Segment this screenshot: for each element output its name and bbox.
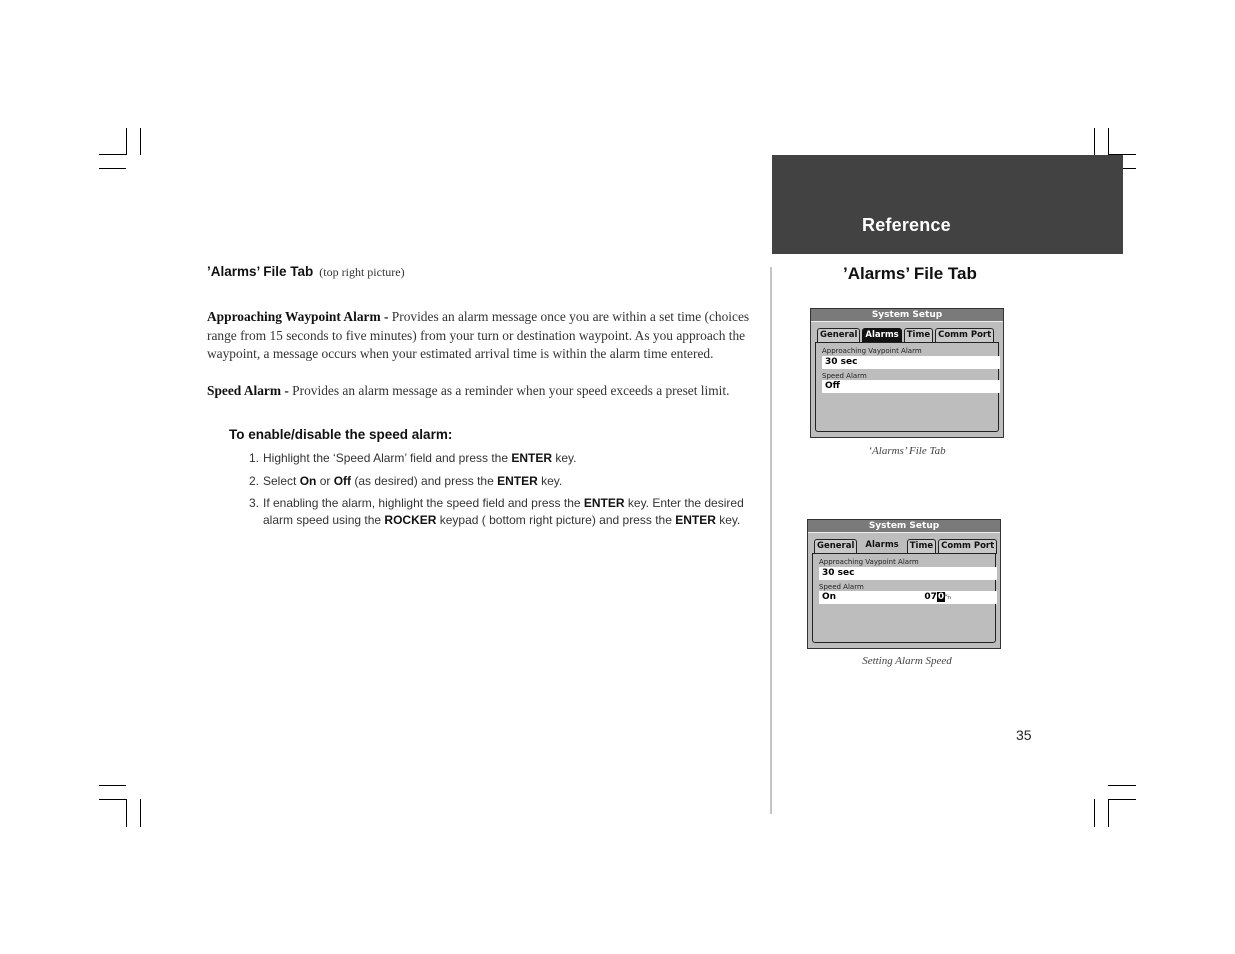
crop-mark [126, 128, 127, 155]
figure-caption: ‘Alarms’ File Tab [868, 445, 946, 457]
procedure-title: To enable/disable the speed alarm: [229, 427, 453, 442]
step-text: key. [537, 473, 563, 488]
key-name: ROCKER [384, 513, 437, 527]
option-name: Off [333, 473, 352, 488]
step-item: 1. Highlight the ‘Speed Alarm’ field and… [249, 450, 769, 467]
tab-time: Time [903, 328, 934, 343]
step-text: keypad ( bottom right picture) and press… [436, 513, 676, 527]
paragraph-term: Speed Alarm - [207, 383, 289, 398]
approaching-waypoint-alarm-paragraph: Approaching Waypoint Alarm - Provides an… [207, 308, 757, 364]
step-number: 2. [249, 473, 260, 488]
key-name: ENTER [675, 513, 716, 527]
speed-alarm-field: On 070ᵏₕ [819, 591, 997, 604]
device-screenshot-setting-alarm-speed: System Setup General Alarms Time Comm Po… [807, 519, 1001, 649]
speed-alarm-label: Speed Alarm [822, 372, 867, 380]
right-section-title: ’Alarms’ File Tab [843, 264, 977, 283]
speed-unit: ᵏₕ [945, 593, 951, 601]
tab-general: General [817, 328, 861, 343]
option-name: On [299, 473, 317, 488]
edit-cursor-digit: 0 [936, 592, 946, 602]
crop-mark [1108, 785, 1136, 786]
step-number: 3. [249, 496, 260, 510]
figure-caption: Setting Alarm Speed [862, 655, 952, 667]
step-text: If enabling the alarm, highlight the spe… [263, 496, 584, 510]
procedure-steps: 1. Highlight the ‘Speed Alarm’ field and… [249, 450, 769, 535]
crop-mark [140, 128, 141, 155]
step-item: 2. Select On or Off (as desired) and pre… [249, 473, 769, 490]
tab-time: Time [906, 539, 937, 554]
page-number: 35 [1016, 727, 1032, 743]
step-item: 3. If enabling the alarm, highlight the … [249, 495, 769, 529]
tab-comm-port: Comm Port [935, 328, 995, 343]
key-name: ENTER [511, 451, 553, 465]
step-text: key. [715, 513, 741, 527]
crop-mark [1108, 799, 1109, 827]
approaching-waypoint-alarm-value: 30 sec [822, 356, 1000, 369]
crop-mark [99, 168, 126, 169]
crop-mark [99, 799, 126, 800]
speed-alarm-paragraph: Speed Alarm - Provides an alarm message … [207, 382, 757, 401]
paragraph-text: Provides an alarm message as a reminder … [288, 383, 730, 398]
crop-mark [1094, 799, 1095, 827]
approaching-waypoint-alarm-label: Approaching Vaypoint Alarm [819, 558, 919, 566]
left-section-note: (top right picture) [319, 265, 405, 279]
screen-title: System Setup [808, 520, 1000, 533]
crop-mark [99, 785, 126, 786]
step-text: (as desired) and press the [351, 473, 498, 488]
approaching-waypoint-alarm-value: 30 sec [819, 567, 997, 580]
approaching-waypoint-alarm-label: Approaching Vaypoint Alarm [822, 347, 922, 355]
crop-mark [140, 799, 141, 827]
left-section-title: ’Alarms’ File Tab (top right picture) [207, 264, 405, 280]
screen-title: System Setup [811, 309, 1003, 322]
crop-mark [126, 799, 127, 827]
left-section-title-text: ’Alarms’ File Tab [207, 264, 314, 279]
step-text: or [316, 473, 334, 488]
section-header-title: Reference [862, 215, 951, 235]
crop-mark [1108, 128, 1109, 155]
crop-mark [1094, 128, 1095, 155]
key-name: ENTER [583, 496, 625, 510]
device-screenshot-alarms-tab: System Setup General Alarms Time Comm Po… [810, 308, 1004, 438]
step-text: Highlight the ‘Speed Alarm’ field and pr… [263, 451, 512, 465]
tab-comm-port: Comm Port [938, 539, 998, 554]
screen-tabs: General Alarms Time Comm Port [817, 328, 995, 343]
step-number: 1. [249, 451, 260, 465]
key-name: ENTER [497, 473, 538, 488]
screen-panel: Approaching Vaypoint Alarm 30 sec Speed … [815, 342, 1000, 432]
screen-tabs: General Alarms Time Comm Port [814, 539, 998, 554]
speed-alarm-value: Off [822, 380, 1000, 393]
speed-alarm-value: On [822, 592, 837, 602]
crop-mark [1108, 799, 1136, 800]
tab-general: General [814, 539, 858, 554]
screen-panel: Approaching Vaypoint Alarm 30 sec Speed … [812, 553, 997, 643]
crop-mark [99, 154, 126, 155]
section-header-band: Reference [772, 155, 1123, 254]
column-divider [770, 267, 772, 814]
speed-digits: 07 [924, 592, 937, 602]
speed-alarm-label: Speed Alarm [819, 583, 864, 591]
alarm-speed-value: 070ᵏₕ [924, 591, 951, 604]
tab-alarms: Alarms [865, 540, 899, 550]
step-text: key. [552, 451, 577, 465]
tab-alarms: Alarms [862, 328, 902, 343]
step-text: Select [263, 473, 300, 488]
paragraph-term: Approaching Waypoint Alarm - [207, 309, 389, 324]
